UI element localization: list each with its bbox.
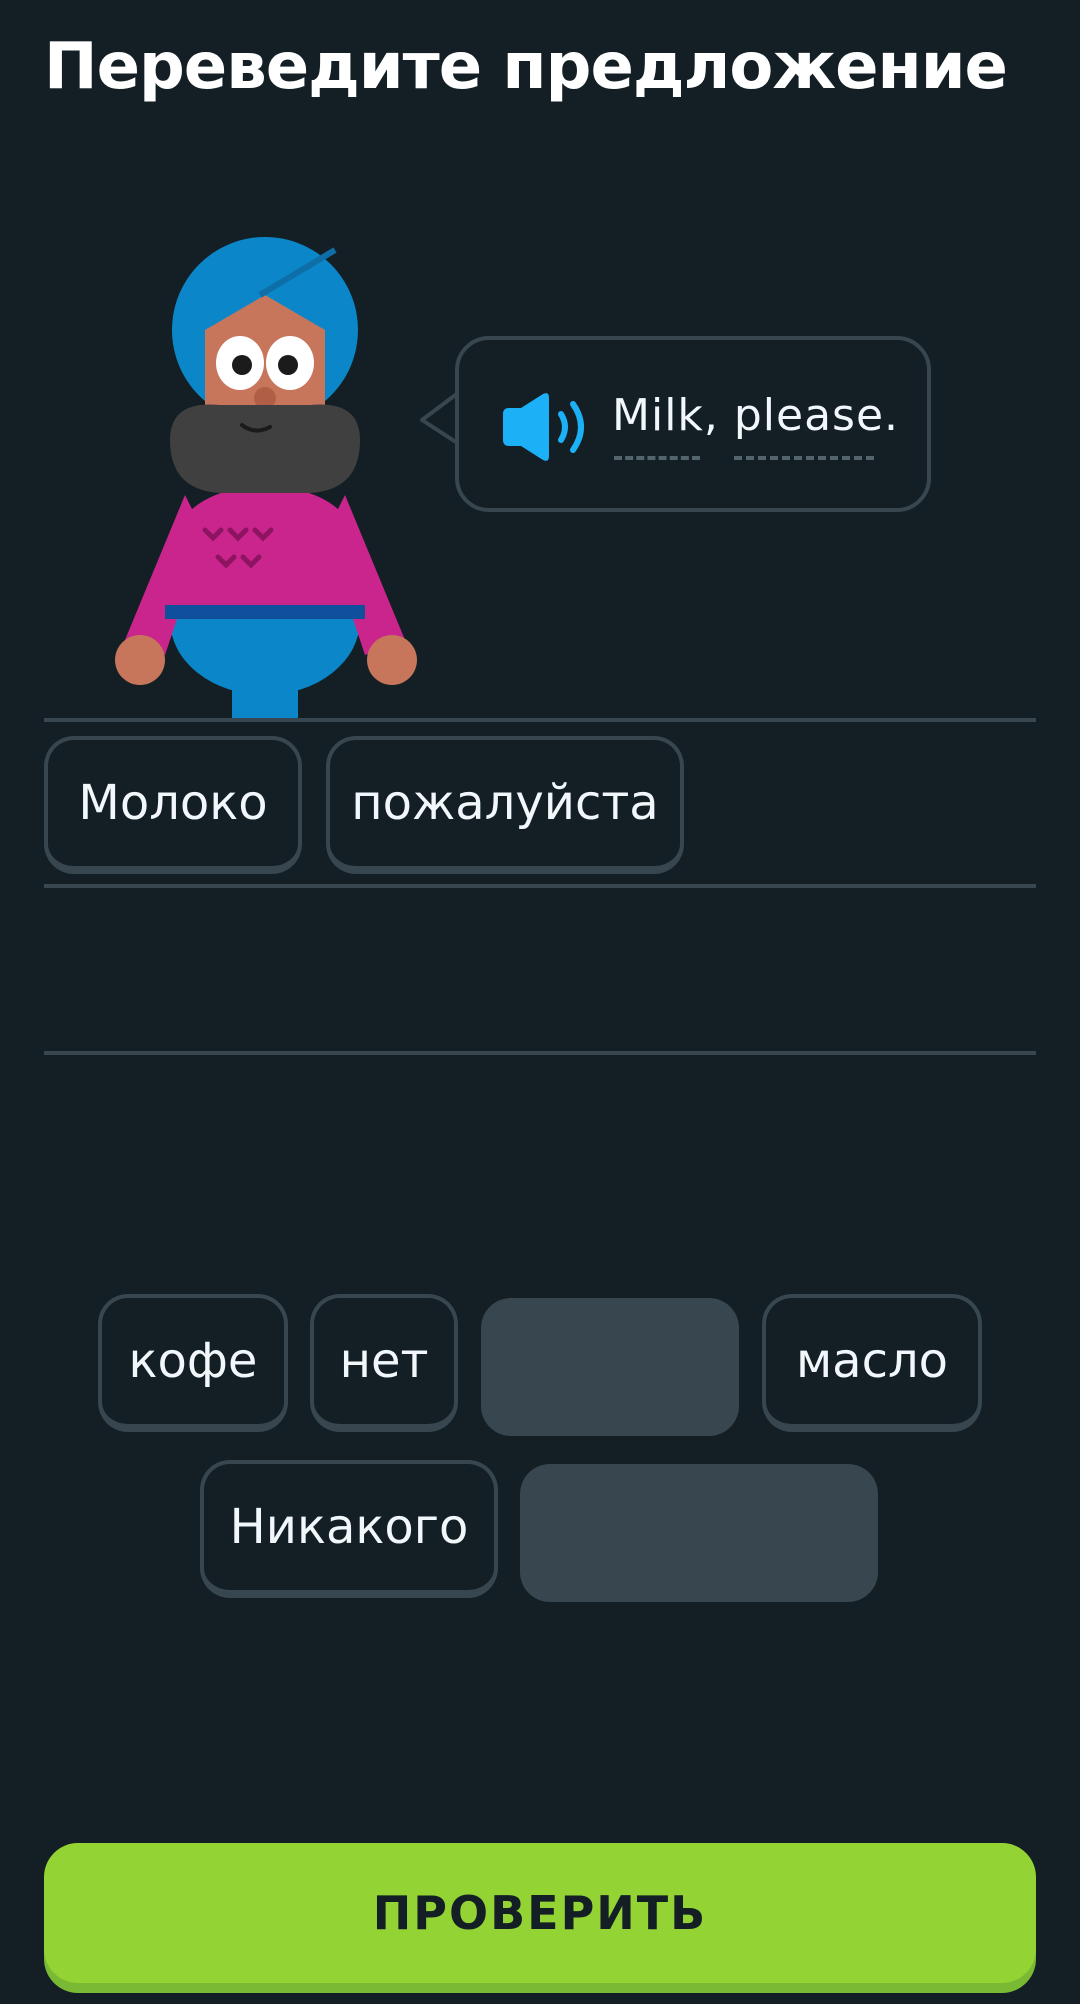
word-bank-chip[interactable]: масло — [762, 1294, 982, 1432]
word-bank-chip[interactable]: Никакого — [200, 1460, 498, 1598]
answer-line — [44, 1051, 1036, 1055]
answer-word-chip[interactable]: пожалуйста — [326, 736, 684, 874]
check-button[interactable]: ПРОВЕРИТЬ — [44, 1843, 1036, 1983]
answer-word-chip[interactable]: Молоко — [44, 736, 302, 874]
prompt-sentence[interactable]: Milk, please. — [612, 390, 899, 441]
speaker-icon[interactable] — [499, 392, 591, 462]
character-illustration — [115, 237, 417, 720]
answer-line — [44, 884, 1036, 888]
used-word-slot — [481, 1298, 739, 1436]
word-bank-chip[interactable]: кофе — [98, 1294, 288, 1432]
word-hint-underline — [734, 456, 874, 460]
word-hint-underline — [614, 456, 700, 460]
answer-line — [44, 718, 1036, 722]
word-bank-chip[interactable]: нет — [310, 1294, 458, 1432]
used-word-slot — [520, 1464, 878, 1602]
speech-bubble: Milk, please. — [455, 336, 931, 512]
page-title: Переведите предложение — [44, 30, 1008, 104]
